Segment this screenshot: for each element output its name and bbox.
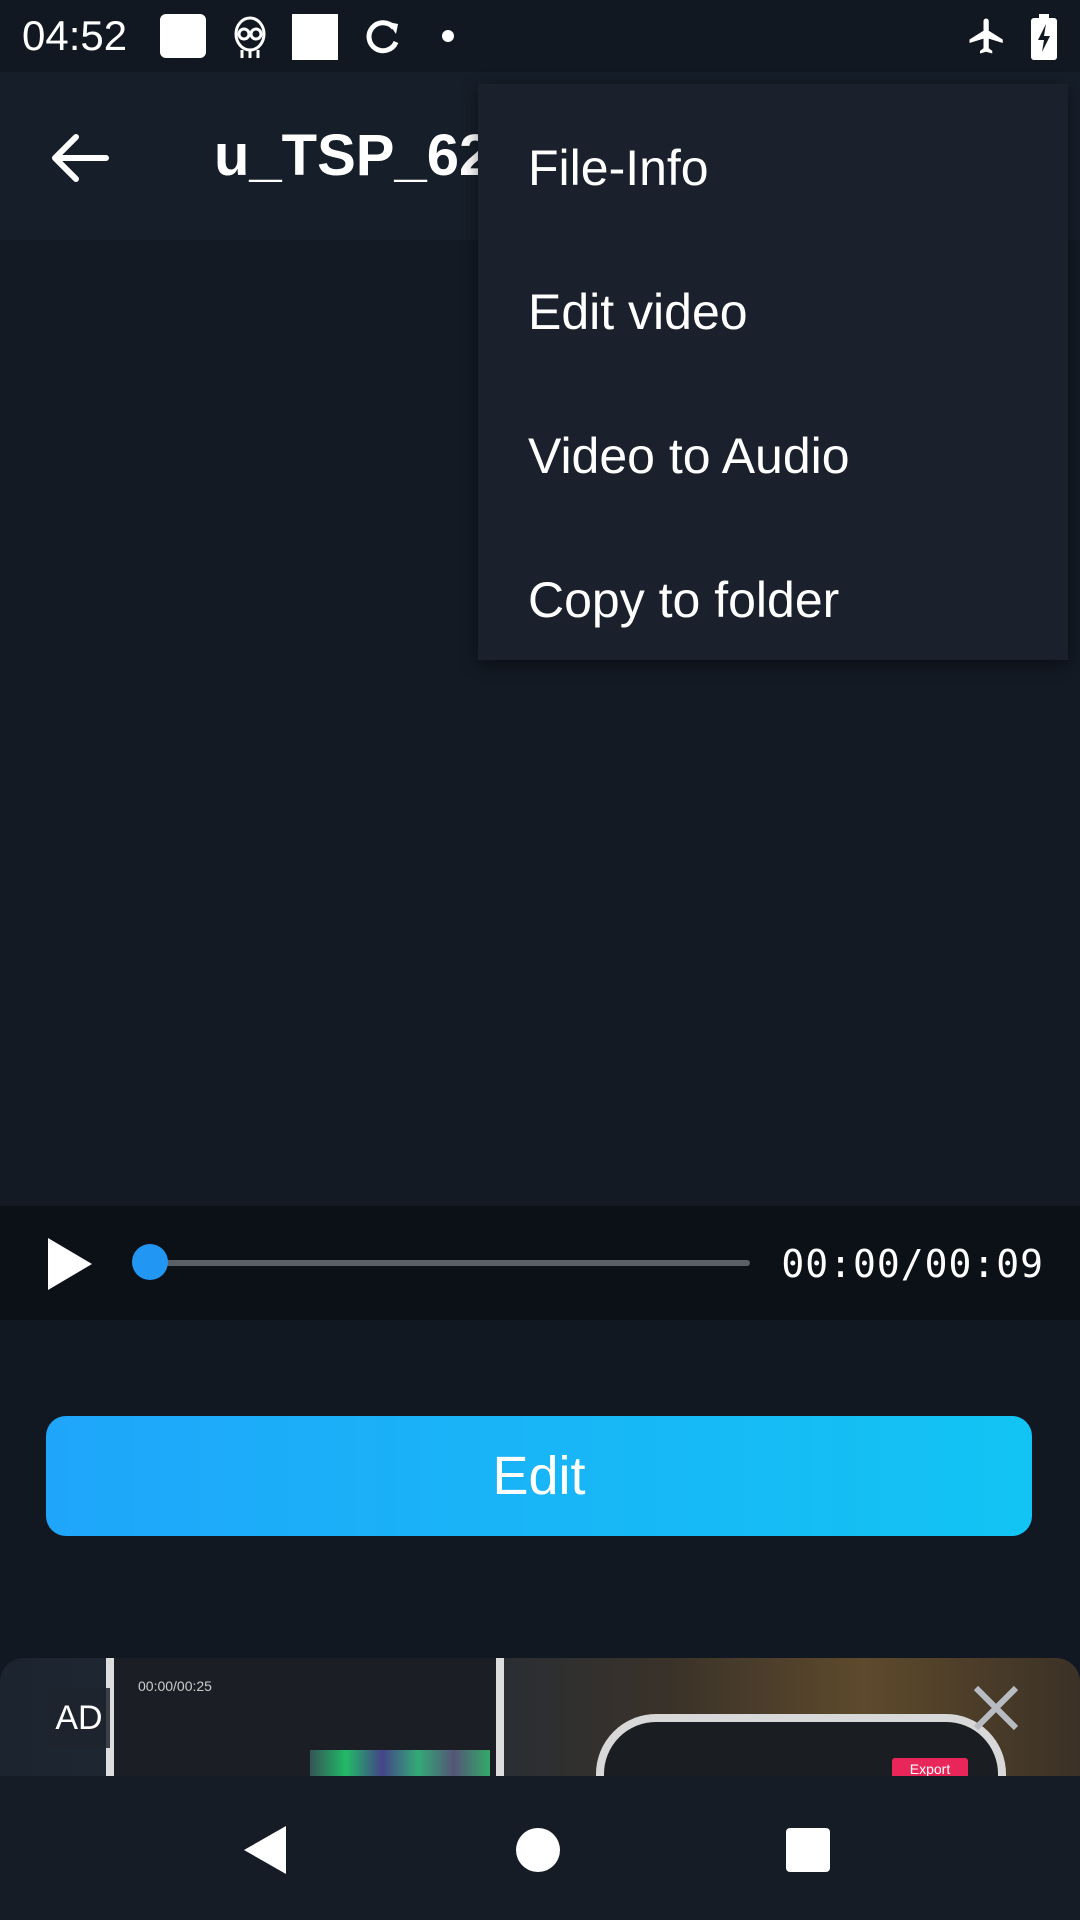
page-title: u_TSP_62 bbox=[214, 123, 492, 188]
arrow-left-icon bbox=[52, 134, 109, 182]
nav-back-button[interactable] bbox=[234, 1820, 294, 1880]
ad-image-phone: 00:00/00:25 bbox=[106, 1658, 504, 1776]
face-icon bbox=[232, 14, 268, 60]
menu-item-copy-to-folder[interactable]: Copy to folder bbox=[478, 528, 1068, 672]
menu-item-edit-video[interactable]: Edit video bbox=[478, 240, 1068, 384]
ad-thumbnail-strip bbox=[310, 1750, 490, 1776]
sync-icon bbox=[362, 14, 404, 58]
circle-home-icon bbox=[516, 1828, 560, 1872]
notification-icon bbox=[160, 14, 206, 58]
status-time: 04:52 bbox=[22, 12, 128, 59]
dot-icon bbox=[442, 30, 454, 42]
status-bar: 04:52 bbox=[0, 0, 1080, 72]
nav-recents-button[interactable] bbox=[778, 1820, 838, 1880]
seek-bar[interactable] bbox=[148, 1260, 750, 1266]
ad-export-label: Export bbox=[892, 1758, 968, 1776]
seek-thumb[interactable] bbox=[132, 1244, 168, 1280]
play-button[interactable] bbox=[40, 1234, 100, 1294]
play-icon bbox=[48, 1238, 92, 1290]
triangle-back-icon bbox=[244, 1826, 286, 1874]
battery-charging-icon bbox=[1030, 14, 1058, 60]
ad-phone-time: 00:00/00:25 bbox=[138, 1678, 212, 1694]
ad-badge: AD bbox=[48, 1688, 110, 1748]
time-display: 00:00/00:09 bbox=[781, 1242, 1044, 1286]
player-controls: 00:00/00:09 bbox=[0, 1206, 1080, 1320]
system-nav-bar bbox=[0, 1776, 1080, 1920]
edit-button[interactable]: Edit bbox=[46, 1416, 1032, 1536]
overflow-menu: File-Info Edit video Video to Audio Copy… bbox=[478, 84, 1068, 660]
menu-item-video-to-audio[interactable]: Video to Audio bbox=[478, 384, 1068, 528]
notification-icon-2 bbox=[292, 14, 338, 60]
close-icon bbox=[973, 1685, 1019, 1731]
ad-banner[interactable]: 00:00/00:25 AD Export bbox=[0, 1658, 1080, 1776]
nav-home-button[interactable] bbox=[508, 1820, 568, 1880]
square-recents-icon bbox=[786, 1828, 830, 1872]
airplane-mode-icon bbox=[966, 14, 1008, 58]
back-button[interactable] bbox=[40, 126, 120, 190]
menu-item-file-info[interactable]: File-Info bbox=[478, 96, 1068, 240]
ad-close-button[interactable] bbox=[966, 1678, 1026, 1738]
